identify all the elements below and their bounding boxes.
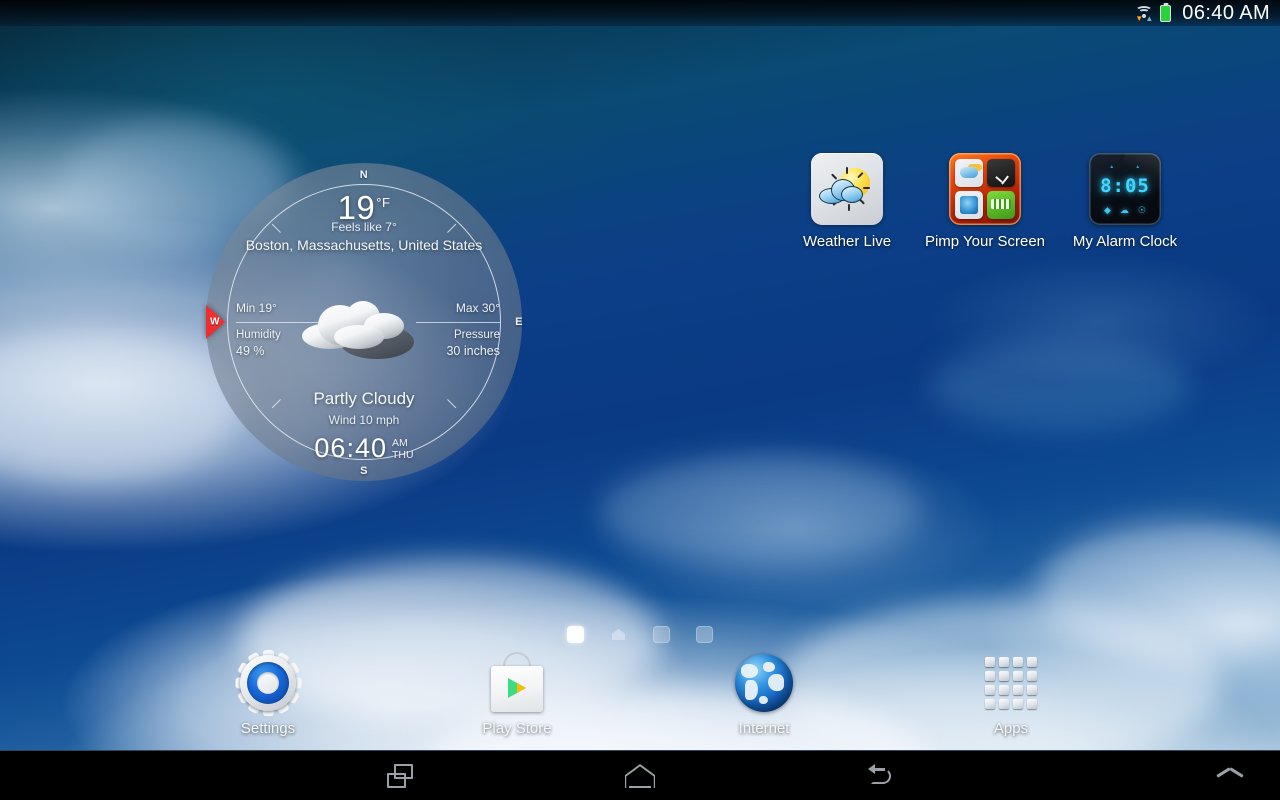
app-my-alarm-clock[interactable]: ▲ ▲ 8:05 ◆ ☁ ☉ My Alarm Clock <box>1060 153 1190 250</box>
dock-label: Settings <box>240 720 296 737</box>
status-bar-icons: ▼ ▲ 06:40 AM <box>1134 2 1270 25</box>
dock: Settings Play Store Internet Apps <box>0 650 1280 750</box>
feels-like-text: Feels like 7° <box>331 220 397 234</box>
app-label: Pimp Your Screen <box>924 233 1046 250</box>
back-icon <box>866 764 894 788</box>
weather-live-icon <box>811 153 883 225</box>
dock-item-internet[interactable]: Internet <box>694 650 834 737</box>
internet-globe-icon <box>731 650 797 716</box>
compass-west-label: W <box>210 316 220 328</box>
weather-condition: Partly Cloudy <box>313 389 415 408</box>
weather-widget[interactable]: N S E W 19°F Feels like 7° Boston, Massa… <box>206 163 523 481</box>
dock-label: Play Store <box>482 720 552 737</box>
recents-icon <box>387 764 413 788</box>
widget-clock-time: 06:40 <box>314 433 387 463</box>
recents-button[interactable] <box>340 751 460 800</box>
android-home-screen: ▼ ▲ 06:40 AM N S E W 19°F Feels like 7° … <box>0 0 1280 800</box>
widget-clock: 06:40 AM THU <box>206 433 522 464</box>
settings-gear-icon <box>235 650 301 716</box>
temperature-unit: °F <box>376 195 391 210</box>
compass-south-label: S <box>360 465 368 477</box>
widget-clock-day: THU <box>391 448 414 461</box>
dock-item-settings[interactable]: Settings <box>198 650 338 737</box>
page-dot-3[interactable] <box>653 626 670 643</box>
status-bar[interactable]: ▼ ▲ 06:40 AM <box>0 0 1280 26</box>
wifi-icon: ▼ ▲ <box>1134 5 1153 22</box>
app-pimp-your-screen[interactable]: Pimp Your Screen <box>920 153 1050 250</box>
apps-grid-icon <box>978 650 1044 716</box>
partly-cloudy-icon <box>294 295 434 367</box>
navigation-bar <box>0 750 1280 800</box>
home-button[interactable] <box>580 751 700 800</box>
page-dot-home[interactable] <box>610 626 627 643</box>
dock-label: Apps <box>993 720 1029 737</box>
back-button[interactable] <box>820 751 940 800</box>
app-label: Weather Live <box>802 233 892 250</box>
app-weather-live[interactable]: Weather Live <box>782 153 912 250</box>
dock-item-apps[interactable]: Apps <box>941 650 1081 737</box>
dock-label: Internet <box>738 720 790 737</box>
play-store-icon <box>484 650 550 716</box>
wind-speed: Wind 10 mph <box>328 413 400 427</box>
widget-clock-ampm: AM <box>391 437 408 449</box>
compass-east-label: E <box>515 316 523 328</box>
app-label: My Alarm Clock <box>1072 233 1178 250</box>
compass-north-label: N <box>359 169 369 181</box>
status-bar-clock: 06:40 AM <box>1182 1 1270 24</box>
page-dot-1[interactable] <box>567 626 584 643</box>
home-icon <box>625 764 655 788</box>
expand-button[interactable] <box>1190 751 1270 800</box>
chevron-up-icon <box>1217 769 1243 783</box>
alarm-icon-time: 8:05 <box>1100 175 1150 197</box>
page-indicators <box>0 626 1280 643</box>
page-dot-4[interactable] <box>696 626 713 643</box>
weather-location: Boston, Massachusetts, United States <box>245 237 483 253</box>
my-alarm-clock-icon: ▲ ▲ 8:05 ◆ ☁ ☉ <box>1089 153 1161 225</box>
battery-icon <box>1160 4 1172 22</box>
pimp-your-screen-icon <box>949 153 1021 225</box>
play-triangle-icon <box>508 678 526 698</box>
dock-item-play-store[interactable]: Play Store <box>447 650 587 737</box>
